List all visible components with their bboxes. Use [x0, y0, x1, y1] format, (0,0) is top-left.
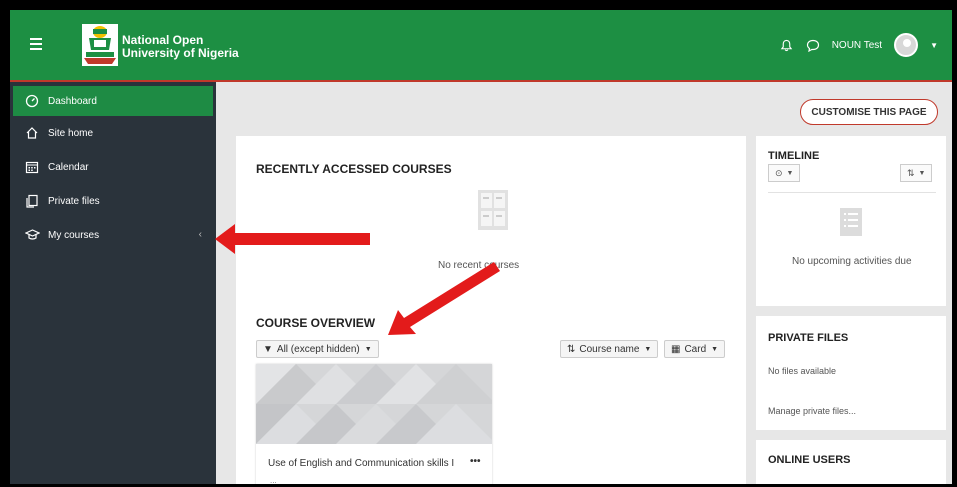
private-files-title: PRIVATE FILES: [768, 332, 849, 344]
private-files-block: PRIVATE FILES No files available Manage …: [756, 316, 946, 430]
user-menu-caret-icon[interactable]: ▼: [930, 41, 938, 50]
course-view-dropdown[interactable]: ▦ Card ▼: [664, 340, 726, 358]
notification-bell-icon[interactable]: [780, 38, 794, 52]
annotation-arrow-left: [215, 224, 370, 254]
chevron-down-icon: ▼: [918, 169, 926, 177]
sort-icon: ⇅: [567, 343, 576, 355]
grid-view-icon: ▦: [671, 343, 681, 355]
filter-icon: ▼: [263, 343, 273, 355]
no-upcoming-activities-text: No upcoming activities due: [792, 256, 912, 267]
message-bubble-icon[interactable]: [806, 38, 820, 52]
course-name-link[interactable]: Use of English and Communication skills …: [268, 458, 454, 469]
manage-private-files-link[interactable]: Manage private files...: [768, 406, 856, 416]
sort-label: Course name: [579, 343, 640, 355]
courses-empty-icon: [478, 190, 508, 230]
sidebar-item-label: Dashboard: [48, 95, 97, 107]
sidebar-item-label: Private files: [48, 195, 100, 207]
graduation-cap-icon: [24, 227, 40, 243]
chevron-left-icon[interactable]: ‹: [199, 229, 202, 240]
brand-line-2: University of Nigeria: [122, 46, 239, 60]
recent-courses-title: RECENTLY ACCESSED COURSES: [256, 162, 452, 176]
activities-empty-icon: [840, 208, 862, 236]
view-label: Card: [684, 343, 707, 355]
course-pattern-image[interactable]: [256, 364, 492, 444]
user-nav: NOUN Test ▼: [780, 33, 938, 57]
customise-page-button[interactable]: CUSTOMISE THIS PAGE: [800, 99, 938, 125]
no-files-text: No files available: [768, 366, 837, 376]
main-content: CUSTOMISE THIS PAGE RECENTLY ACCESSED CO…: [216, 82, 952, 484]
files-icon: [24, 193, 40, 209]
chevron-down-icon: ▼: [711, 345, 719, 353]
user-avatar[interactable]: [894, 33, 919, 57]
sidebar-item-private-files[interactable]: Private files: [10, 186, 216, 216]
chevron-down-icon: ▼: [786, 169, 794, 177]
annotation-arrow-diagonal: [388, 262, 500, 335]
course-filter-dropdown[interactable]: ▼ All (except hidden) ▼: [256, 340, 379, 358]
dashboard-icon: [24, 93, 40, 109]
course-overview-title: COURSE OVERVIEW: [256, 316, 376, 330]
timeline-block: TIMELINE ⊙ ▼ ⇅ ▼ No upcoming activities …: [756, 136, 946, 306]
calendar-icon: [24, 159, 40, 175]
sidebar-item-label: My courses: [48, 229, 100, 241]
university-logo: [82, 24, 118, 66]
user-name[interactable]: NOUN Test: [832, 40, 882, 51]
sidebar-item-site-home[interactable]: Site home: [10, 118, 216, 148]
filter-label: All (except hidden): [276, 343, 360, 355]
sidebar-item-my-courses[interactable]: My courses ‹: [10, 220, 216, 250]
top-navbar: National Open University of Nigeria NOUN…: [10, 10, 952, 82]
timeline-day-filter[interactable]: ⊙ ▼: [768, 164, 801, 182]
online-users-title: ONLINE USERS: [768, 454, 851, 466]
course-sort-dropdown[interactable]: ⇅ Course name ▼: [560, 340, 659, 358]
sidebar-item-label: Calendar: [48, 161, 89, 173]
timeline-title: TIMELINE: [768, 150, 820, 162]
course-card[interactable]: Use of English and Communication skills …: [256, 364, 492, 484]
browser-frame: National Open University of Nigeria NOUN…: [10, 10, 952, 484]
timeline-sort-filter[interactable]: ⇅ ▼: [900, 164, 933, 182]
sidebar-item-dashboard[interactable]: Dashboard: [13, 86, 213, 116]
left-sidebar-nav: Dashboard Site home Calendar Private fil…: [10, 82, 216, 484]
course-actions-menu-icon[interactable]: •••: [470, 456, 481, 467]
sidebar-item-calendar[interactable]: Calendar: [10, 152, 216, 182]
home-icon: [24, 125, 40, 141]
clock-icon: ⊙: [775, 167, 783, 178]
sort-icon: ⇅: [907, 167, 915, 178]
site-brand-name[interactable]: National Open University of Nigeria: [122, 34, 239, 60]
chevron-down-icon: ▼: [364, 345, 372, 353]
chevron-down-icon: ▼: [644, 345, 652, 353]
hamburger-menu-icon[interactable]: [30, 38, 42, 50]
sidebar-item-label: Site home: [48, 127, 94, 139]
course-progress-text: ...: [270, 476, 277, 484]
timeline-divider: [768, 192, 936, 193]
online-users-block: ONLINE USERS: [756, 440, 946, 484]
